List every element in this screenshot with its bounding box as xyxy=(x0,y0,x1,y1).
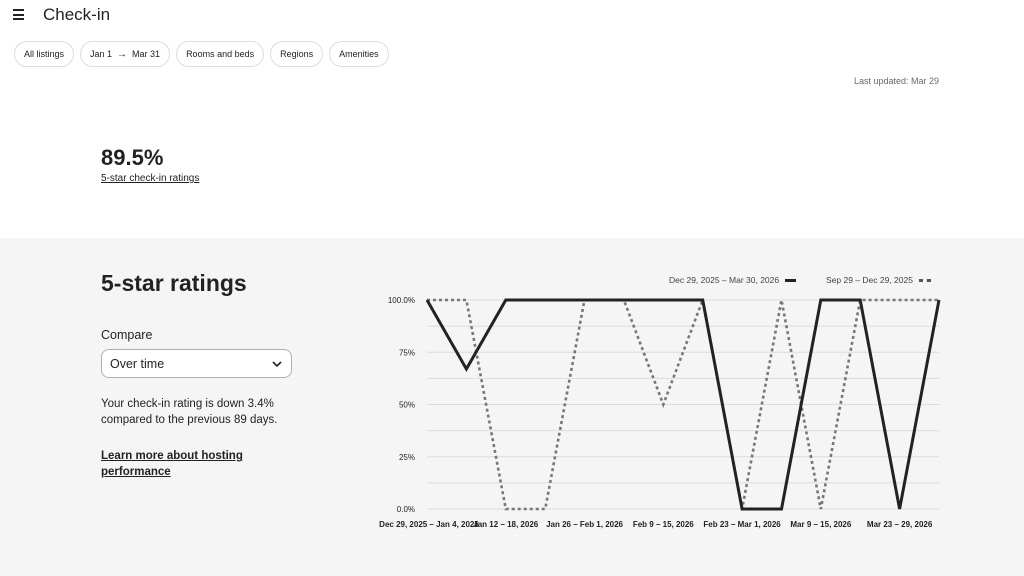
x-tick-label: Mar 23 – 29, 2026 xyxy=(867,520,933,529)
x-tick-label: Mar 9 – 15, 2026 xyxy=(790,520,851,529)
compare-select[interactable]: Over time xyxy=(101,349,292,378)
legend-previous-label: Sep 29 – Dec 29, 2025 xyxy=(826,275,913,285)
legend-current: Dec 29, 2025 – Mar 30, 2026 xyxy=(669,275,797,285)
rating-summary: Your check-in rating is down 3.4% compar… xyxy=(101,398,278,426)
section-title: 5-star ratings xyxy=(101,270,247,296)
top-bar: Check-in xyxy=(0,0,1024,34)
filter-rooms-and-beds[interactable]: Rooms and beds xyxy=(176,41,265,67)
hamburger-menu-icon[interactable] xyxy=(13,9,27,21)
legend-solid-swatch xyxy=(785,278,797,282)
compare-label: Compare xyxy=(101,328,153,342)
x-tick-label: Jan 26 – Feb 1, 2026 xyxy=(546,520,623,529)
chevron-down-icon xyxy=(272,360,282,367)
compare-select-value: Over time xyxy=(110,356,165,371)
legend-dotted-swatch xyxy=(918,278,931,282)
legend-previous: Sep 29 – Dec 29, 2025 xyxy=(826,275,931,285)
y-tick-label: 25% xyxy=(399,453,415,462)
filter-regions[interactable]: Regions xyxy=(270,41,324,67)
ratings-line-chart: 0.0% 25% 50% 75% 100.0% Dec 29, 2025 – Jan 4,… xyxy=(379,295,941,529)
legend-current-label: Dec 29, 2025 – Mar 30, 2026 xyxy=(669,275,780,285)
y-tick-label: 50% xyxy=(399,401,415,410)
x-tick-label: Jan 12 – 18, 2026 xyxy=(473,520,538,529)
y-tick-label: 100.0% xyxy=(388,296,415,305)
filter-bar: All listings Jan 1 → Mar 31 Rooms and be… xyxy=(14,41,389,67)
filter-all-listings-label: All listings xyxy=(24,49,65,59)
filter-all-listings[interactable]: All listings xyxy=(14,41,75,67)
filter-amenities-label: Amenities xyxy=(339,49,379,59)
kpi-value: 89.5% xyxy=(101,145,164,170)
date-from-label: Jan 1 xyxy=(90,49,113,59)
filter-rooms-label: Rooms and beds xyxy=(186,49,255,59)
x-tick-label: Dec 29, 2025 – Jan 4, 2026 xyxy=(379,520,479,529)
page-title: Check-in xyxy=(43,5,111,24)
kpi-label-link[interactable]: 5-star check-in ratings xyxy=(101,173,199,184)
learn-more-link[interactable]: Learn more about hosting performance xyxy=(101,448,271,480)
x-tick-label: Feb 23 – Mar 1, 2026 xyxy=(703,520,781,529)
date-to-label: Mar 31 xyxy=(132,49,161,59)
filter-regions-label: Regions xyxy=(280,49,314,59)
y-tick-label: 0.0% xyxy=(397,505,415,514)
x-tick-label: Feb 9 – 15, 2026 xyxy=(633,520,694,529)
y-tick-label: 75% xyxy=(399,348,415,357)
last-updated: Last updated: Mar 29 xyxy=(853,76,939,86)
arrow-right-icon: → xyxy=(117,48,128,60)
filter-date-range[interactable]: Jan 1 → Mar 31 xyxy=(80,41,171,67)
filter-amenities[interactable]: Amenities xyxy=(329,41,389,67)
